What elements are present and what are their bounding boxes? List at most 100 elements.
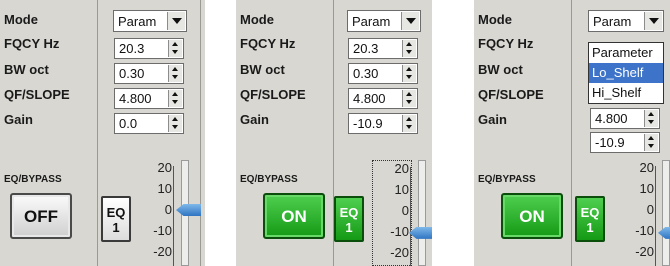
- bw-spinbox[interactable]: 0.30: [348, 63, 418, 84]
- scale-tick: -10: [153, 223, 172, 238]
- spin-buttons[interactable]: [402, 115, 416, 132]
- bypass-toggle-button[interactable]: OFF: [10, 193, 72, 239]
- eq-panel-1: Mode FQCY Hz BW oct QF/SLOPE Gain EQ/BYP…: [0, 0, 205, 266]
- gain-slider-thumb[interactable]: [176, 204, 201, 216]
- gain-spinbox[interactable]: 0.0: [114, 113, 184, 134]
- spin-down-icon[interactable]: [172, 125, 178, 129]
- qf-slope-spinbox[interactable]: 4.800: [114, 88, 184, 109]
- gain-slider-track[interactable]: [418, 160, 426, 266]
- spin-buttons[interactable]: [402, 65, 416, 82]
- spin-up-icon[interactable]: [406, 42, 412, 46]
- scale-tick: -20: [153, 244, 172, 259]
- fqcy-spinbox[interactable]: 20.3: [348, 38, 418, 59]
- eq-bypass-label: EQ/BYPASS: [240, 174, 298, 185]
- mode-label: Mode: [4, 12, 38, 27]
- mode-select[interactable]: Param: [588, 10, 664, 32]
- scale-tick: 20: [394, 161, 409, 176]
- scale-tick: 10: [394, 182, 409, 197]
- spin-down-icon[interactable]: [406, 100, 412, 104]
- spin-down-icon[interactable]: [172, 75, 178, 79]
- gain-slider-thumb[interactable]: [658, 226, 670, 239]
- spin-down-icon[interactable]: [172, 50, 178, 54]
- dropdown-option-hi-shelf[interactable]: Hi_Shelf: [589, 83, 663, 103]
- divider: [200, 0, 201, 266]
- mode-select-value: Param: [352, 14, 391, 29]
- eq-band-button[interactable]: EQ 1: [575, 196, 605, 242]
- qf-slope-value: 4.800: [353, 91, 386, 106]
- fqcy-value: 20.3: [119, 41, 145, 56]
- spin-buttons[interactable]: [168, 90, 182, 107]
- scale-tick: 0: [646, 202, 654, 217]
- spin-up-icon[interactable]: [406, 117, 412, 121]
- scale-tick: 10: [157, 181, 172, 196]
- bw-spinbox[interactable]: 0.30: [114, 63, 184, 84]
- qf-slope-label: QF/SLOPE: [478, 87, 544, 102]
- spin-buttons[interactable]: [402, 40, 416, 57]
- fqcy-label: FQCY Hz: [240, 36, 296, 51]
- spin-buttons[interactable]: [168, 40, 182, 57]
- gain-slider-thumb[interactable]: [409, 226, 432, 239]
- spin-buttons[interactable]: [402, 90, 416, 107]
- spin-buttons[interactable]: [168, 65, 182, 82]
- scale-axis: [173, 166, 174, 266]
- gain-label: Gain: [240, 112, 269, 127]
- chevron-down-icon[interactable]: [401, 12, 419, 30]
- gain-slider-track[interactable]: [662, 160, 670, 266]
- scale-tick: 0: [401, 203, 409, 218]
- spin-down-icon[interactable]: [406, 75, 412, 79]
- spin-up-icon[interactable]: [172, 42, 178, 46]
- eq-band-number: 1: [586, 220, 594, 235]
- scale-tick: -10: [635, 223, 654, 238]
- mode-select-value: Param: [118, 14, 157, 29]
- qf-slope-label: QF/SLOPE: [240, 87, 306, 102]
- mode-select[interactable]: Param: [347, 10, 421, 32]
- spin-down-icon[interactable]: [406, 50, 412, 54]
- bypass-toggle-button[interactable]: ON: [263, 193, 325, 239]
- chevron-down-icon[interactable]: [167, 12, 185, 30]
- chevron-down-icon[interactable]: [644, 12, 662, 30]
- scale-tick: 0: [164, 202, 172, 217]
- spin-down-icon[interactable]: [648, 120, 654, 124]
- gain-scale: 20 10 0 -10 -20: [616, 160, 656, 266]
- spin-up-icon[interactable]: [648, 136, 654, 140]
- qf-slope-spinbox[interactable]: 4.800: [590, 108, 660, 129]
- bw-value: 0.30: [119, 66, 145, 81]
- gain-scale: 20 10 0 -10 -20: [372, 160, 412, 266]
- spin-buttons[interactable]: [644, 110, 658, 127]
- eq-band-button[interactable]: EQ 1: [334, 196, 364, 242]
- qf-slope-label: QF/SLOPE: [4, 87, 70, 102]
- spin-up-icon[interactable]: [648, 112, 654, 116]
- spin-up-icon[interactable]: [406, 92, 412, 96]
- eq-band-number: 1: [345, 220, 353, 235]
- fqcy-spinbox[interactable]: 20.3: [114, 38, 184, 59]
- qf-slope-spinbox[interactable]: 4.800: [348, 88, 418, 109]
- eq-bypass-label: EQ/BYPASS: [4, 174, 62, 185]
- mode-select[interactable]: Param: [113, 10, 187, 32]
- mode-label: Mode: [478, 12, 512, 27]
- mode-select-value: Param: [593, 14, 632, 29]
- scale-tick: -20: [635, 244, 654, 259]
- gain-scale: 20 10 0 -10 -20: [134, 160, 174, 266]
- eq-band-button[interactable]: EQ 1: [101, 196, 131, 242]
- scale-tick: -20: [390, 245, 409, 260]
- dropdown-option-lo-shelf[interactable]: Lo_Shelf: [589, 63, 663, 83]
- gain-spinbox[interactable]: -10.9: [348, 113, 418, 134]
- bypass-toggle-button[interactable]: ON: [501, 193, 563, 239]
- spin-down-icon[interactable]: [648, 144, 654, 148]
- gain-value: 0.0: [119, 116, 138, 131]
- spin-up-icon[interactable]: [172, 117, 178, 121]
- spin-up-icon[interactable]: [172, 92, 178, 96]
- spin-up-icon[interactable]: [406, 67, 412, 71]
- gain-spinbox[interactable]: -10.9: [590, 132, 660, 153]
- qf-slope-value: 4.800: [119, 91, 152, 106]
- bw-value: 0.30: [353, 66, 379, 81]
- spin-up-icon[interactable]: [172, 67, 178, 71]
- dropdown-option-parameter[interactable]: Parameter: [589, 43, 663, 63]
- divider: [571, 0, 572, 266]
- bw-label: BW oct: [240, 62, 285, 77]
- eq-band-label: EQ: [106, 205, 126, 220]
- spin-buttons[interactable]: [168, 115, 182, 132]
- spin-down-icon[interactable]: [172, 100, 178, 104]
- spin-down-icon[interactable]: [406, 125, 412, 129]
- spin-buttons[interactable]: [644, 134, 658, 151]
